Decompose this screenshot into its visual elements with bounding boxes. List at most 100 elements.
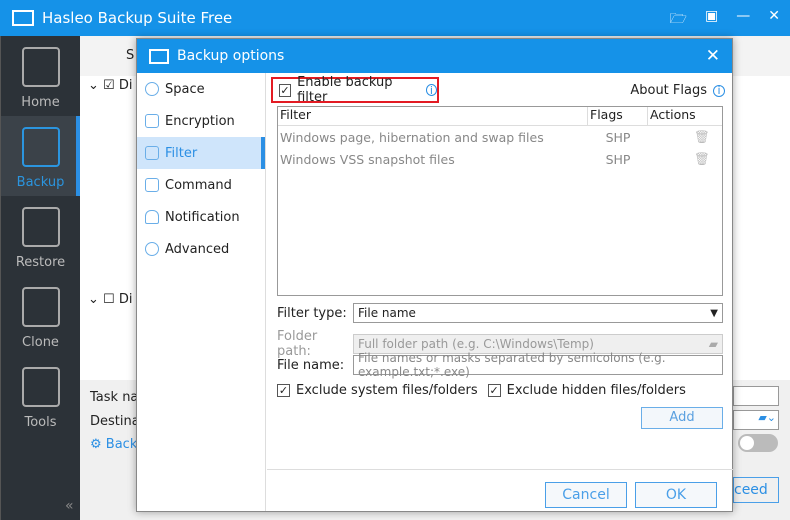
nav-label: Backup xyxy=(16,175,65,190)
gear-icon xyxy=(145,242,159,256)
menu-label: Advanced xyxy=(165,241,230,257)
nav-label: Home xyxy=(21,95,60,110)
nav-home[interactable]: Home xyxy=(1,36,80,116)
menu-filter[interactable]: Filter xyxy=(137,137,265,169)
nav-clone[interactable]: Clone xyxy=(1,276,80,356)
tree-item[interactable]: ⌄ ☐ Di xyxy=(88,292,132,307)
info-icon[interactable]: i xyxy=(425,84,437,97)
dropdown-arrow-icon: ▼ xyxy=(710,307,718,319)
exclude-hidden-label: Exclude hidden files/folders xyxy=(506,383,686,398)
toggle-switch[interactable] xyxy=(738,434,778,452)
menu-label: Space xyxy=(165,81,205,97)
menu-label: Encryption xyxy=(165,113,235,129)
menu-space[interactable]: Space xyxy=(137,73,265,105)
nav-tools[interactable]: Tools xyxy=(1,356,80,436)
table-row[interactable]: Windows page, hibernation and swap files… xyxy=(278,126,722,148)
menu-label: Command xyxy=(165,177,232,193)
checkbox-checked-icon: ✓ xyxy=(277,384,290,397)
minimize-button[interactable]: — xyxy=(736,8,750,32)
about-flags-label: About Flags xyxy=(630,83,707,98)
about-flags-link[interactable]: About Flags i xyxy=(630,83,725,98)
tree-label: Di xyxy=(118,292,133,307)
app-logo-icon xyxy=(12,10,34,26)
close-button[interactable]: ✕ xyxy=(768,8,780,32)
filter-cell: Windows VSS snapshot files xyxy=(280,151,455,167)
tree-label: Di xyxy=(118,78,133,93)
terminal-icon xyxy=(145,178,159,192)
nav-label: Restore xyxy=(15,255,66,270)
file-name-label: File name: xyxy=(277,357,345,373)
menu-icon[interactable]: ▣ xyxy=(705,8,718,32)
trash-icon[interactable]: 🗑 xyxy=(648,151,722,167)
funnel-icon xyxy=(145,146,159,160)
filter-type-select[interactable]: File name ▼ xyxy=(353,303,723,323)
folder-path-placeholder: Full folder path (e.g. C:\Windows\Temp) xyxy=(358,337,594,351)
tree-item[interactable]: ⌄ ☑ Di xyxy=(88,78,132,93)
menu-label: Notification xyxy=(165,209,240,225)
info-icon: i xyxy=(713,84,725,97)
exclude-options: ✓ Exclude system files/folders ✓ Exclude h… xyxy=(277,383,686,398)
title-bar: Hasleo Backup Suite Free 🗁 ▣ — ✕ xyxy=(0,0,790,36)
backup-options-dialog: Backup options ✕ Space Encryption Filter… xyxy=(136,38,733,512)
enable-filter-label: Enable backup filter xyxy=(297,75,393,105)
nav-label: Clone xyxy=(22,335,59,350)
dialog-title-bar: Backup options xyxy=(137,39,732,73)
filter-table: Filter Flags Actions Windows page, hiber… xyxy=(277,106,723,296)
tools-icon xyxy=(21,367,60,407)
nav-label: Tools xyxy=(24,415,57,430)
nav-backup[interactable]: Backup xyxy=(1,116,80,196)
proceed-label: ceed xyxy=(734,482,768,498)
dialog-logo-icon xyxy=(149,48,169,64)
folder-icon[interactable]: 🗁 xyxy=(670,8,687,32)
dialog-close-button[interactable]: ✕ xyxy=(706,46,720,66)
dialog-title: Backup options xyxy=(177,48,285,64)
restore-icon xyxy=(21,207,60,247)
menu-advanced[interactable]: Advanced xyxy=(137,233,265,265)
folder-icon[interactable]: ▰ xyxy=(709,337,718,351)
file-name-row: File name: File names or masks separated … xyxy=(277,351,723,379)
dialog-footer: Cancel OK xyxy=(267,469,733,511)
flags-cell: SHP xyxy=(605,151,631,167)
pie-icon xyxy=(145,82,159,96)
header-filter: Filter xyxy=(278,107,588,125)
menu-encryption[interactable]: Encryption xyxy=(137,105,265,137)
ok-button[interactable]: OK xyxy=(635,482,717,508)
nav-restore[interactable]: Restore xyxy=(1,196,80,276)
enable-filter-checkbox[interactable]: ✓ Enable backup filter i xyxy=(271,75,439,105)
flags-cell: SHP xyxy=(605,129,631,145)
app-title: Hasleo Backup Suite Free xyxy=(42,9,233,27)
exclude-system-label: Exclude system files/folders xyxy=(296,383,478,398)
filter-panel: ✓ Enable backup filter i About Flags i Filt… xyxy=(267,73,733,469)
header-actions: Actions xyxy=(650,107,696,122)
destination-select[interactable]: ▰⌄ xyxy=(733,410,779,430)
exclude-system-checkbox[interactable]: ✓ Exclude system files/folders xyxy=(277,383,478,398)
checkbox-checked-icon: ✓ xyxy=(487,384,501,397)
menu-label: Filter xyxy=(165,145,198,161)
task-name-label: Task na xyxy=(90,390,139,405)
task-name-input[interactable] xyxy=(733,386,779,406)
options-menu: Space Encryption Filter Command Notifica… xyxy=(137,73,266,511)
backup-link[interactable]: ⚙ Back xyxy=(90,437,137,452)
bell-icon xyxy=(145,210,159,224)
proceed-button[interactable]: ceed xyxy=(733,477,779,503)
sidebar: Home Backup Restore Clone Tools « xyxy=(0,36,80,520)
backup-icon xyxy=(21,127,60,167)
checkbox-checked-icon: ✓ xyxy=(279,83,292,97)
filter-type-row: Filter type: File name ▼ xyxy=(277,303,723,323)
table-row[interactable]: Windows VSS snapshot files SHP 🗑 xyxy=(278,148,722,170)
menu-command[interactable]: Command xyxy=(137,169,265,201)
menu-notification[interactable]: Notification xyxy=(137,201,265,233)
exclude-hidden-checkbox[interactable]: ✓ Exclude hidden files/folders xyxy=(487,383,686,398)
lock-icon xyxy=(145,114,159,128)
file-name-input[interactable]: File names or masks separated by semicol… xyxy=(353,351,723,379)
filter-cell: Windows page, hibernation and swap files xyxy=(280,129,544,145)
trash-icon[interactable]: 🗑 xyxy=(648,129,722,145)
cancel-button[interactable]: Cancel xyxy=(545,482,627,508)
add-button[interactable]: Add xyxy=(641,407,723,429)
file-name-placeholder: File names or masks separated by semicol… xyxy=(358,351,666,379)
header-flags: Flags xyxy=(588,107,648,125)
filter-type-value: File name xyxy=(358,306,416,320)
collapse-icon[interactable]: « xyxy=(65,498,74,514)
backup-link-text: Back xyxy=(105,437,138,452)
clone-icon xyxy=(21,287,60,327)
